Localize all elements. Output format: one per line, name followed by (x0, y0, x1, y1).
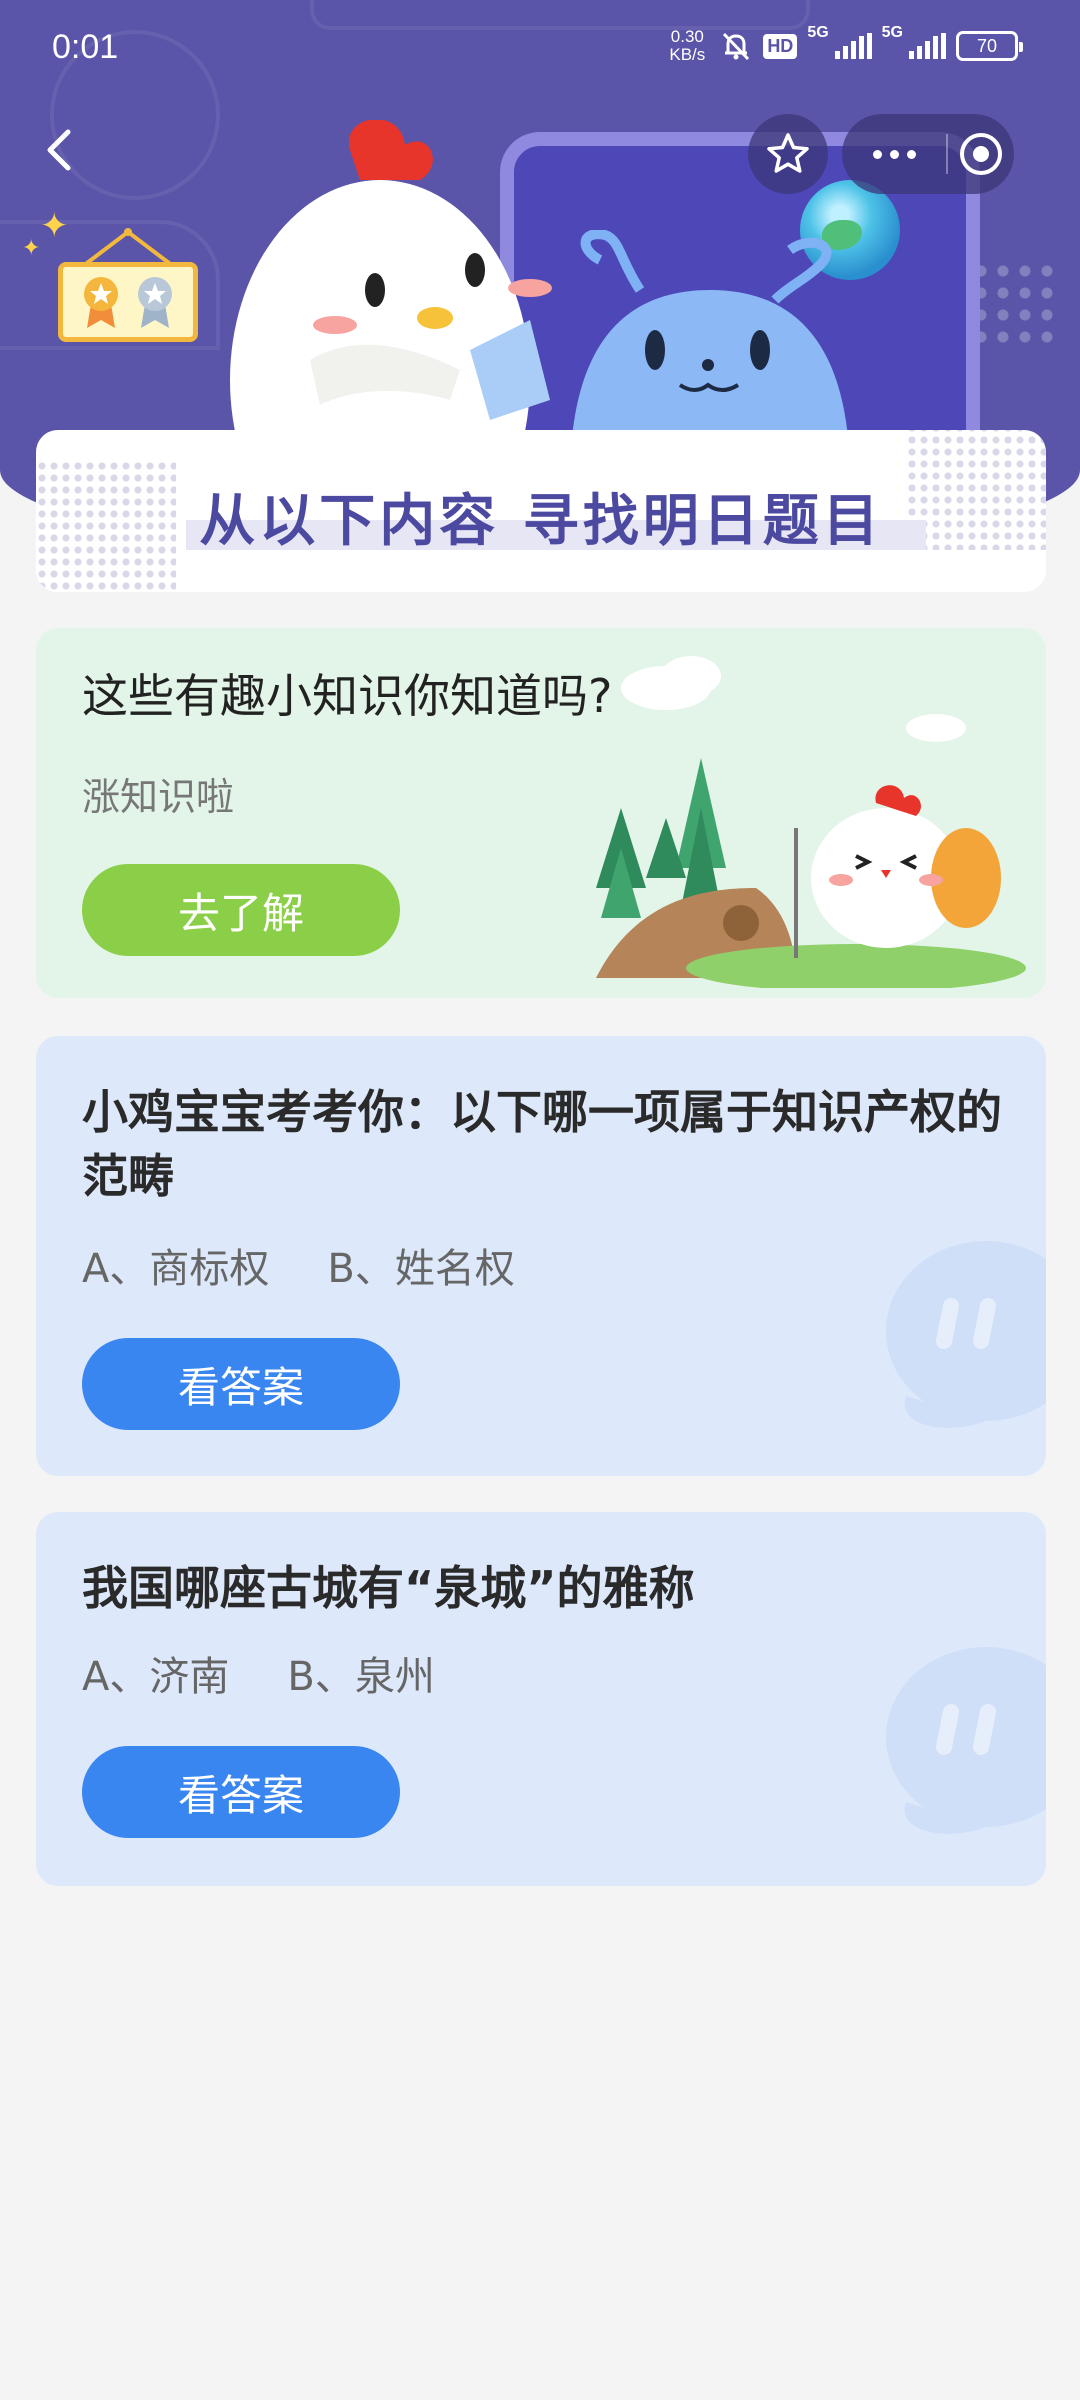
chevron-left-icon (47, 129, 71, 171)
gold-medal-icon (84, 277, 118, 328)
view-answer-button[interactable]: 看答案 (82, 1338, 400, 1430)
option-b: B、泉州 (287, 1654, 435, 1700)
option-b: B、姓名权 (327, 1246, 515, 1292)
more-dot (872, 149, 882, 159)
knowledge-card[interactable]: 这些有趣小知识你知道吗? 涨知识啦 去了解 (36, 628, 1046, 998)
knowledge-card-subtitle: 涨知识啦 (82, 775, 235, 819)
network-type-label: 5G (807, 24, 829, 41)
more-options-button[interactable] (842, 114, 946, 194)
knowledge-card-title: 这些有趣小知识你知道吗? (82, 669, 613, 723)
speech-bubble-icon (886, 1241, 1046, 1428)
status-bar: 0:01 0.30 KB/s HD 5G 5G 70 (0, 0, 1080, 100)
status-time: 0:01 (52, 28, 119, 66)
signal-strength-icon (834, 33, 872, 59)
dot-pattern-decoration (970, 260, 1060, 350)
question-title: 小鸡宝宝考考你：以下哪一项属于知识产权的范畴 (82, 1085, 1002, 1203)
answer-options: A、商标权 B、姓名权 (82, 1236, 515, 1294)
more-dot (906, 149, 916, 159)
question-title: 我国哪座古城有“泉城”的雅称 (82, 1561, 695, 1615)
bell-muted-icon (719, 29, 753, 63)
chick-hiking-illustration (596, 656, 1026, 988)
medal-board-illustration (58, 262, 198, 342)
star-icon (767, 133, 809, 173)
silver-medal-icon (138, 277, 172, 328)
more-dot (889, 149, 899, 159)
learn-more-button[interactable]: 去了解 (82, 864, 400, 956)
option-a: A、商标权 (82, 1246, 270, 1292)
close-mini-program-button[interactable] (948, 114, 1014, 194)
option-a: A、济南 (82, 1654, 230, 1700)
view-answer-button[interactable]: 看答案 (82, 1746, 400, 1838)
mini-program-capsule (842, 114, 1014, 194)
network-speed-value: 0.30 (670, 27, 704, 46)
question-card: 小鸡宝宝考考你：以下哪一项属于知识产权的范畴 A、商标权 B、姓名权 看答案 (36, 1036, 1046, 1476)
favorite-button[interactable] (748, 114, 828, 194)
question-card: 我国哪座古城有“泉城”的雅称 A、济南 B、泉州 看答案 (36, 1512, 1046, 1886)
network-speed-unit: KB/s (669, 45, 706, 64)
target-icon (960, 133, 1002, 175)
status-icons: 0.30 KB/s HD 5G 5G 70 (665, 24, 1023, 64)
signal-strength-icon (909, 33, 946, 59)
back-button[interactable] (30, 120, 90, 180)
battery-icon: 70 (956, 31, 1023, 61)
sparkle-icon: ✦ (40, 206, 69, 246)
hd-icon: HD (763, 33, 798, 59)
network-type-label: 5G (881, 24, 903, 41)
banner-title-card: 从以下内容 寻找明日题目 (36, 430, 1046, 592)
page-title: 从以下内容 寻找明日题目 (199, 489, 883, 554)
answer-options: A、济南 B、泉州 (82, 1644, 435, 1702)
speech-bubble-icon (886, 1647, 1046, 1834)
sparkle-icon: ✦ (22, 236, 41, 261)
network-speed: 0.30 KB/s (665, 28, 709, 64)
